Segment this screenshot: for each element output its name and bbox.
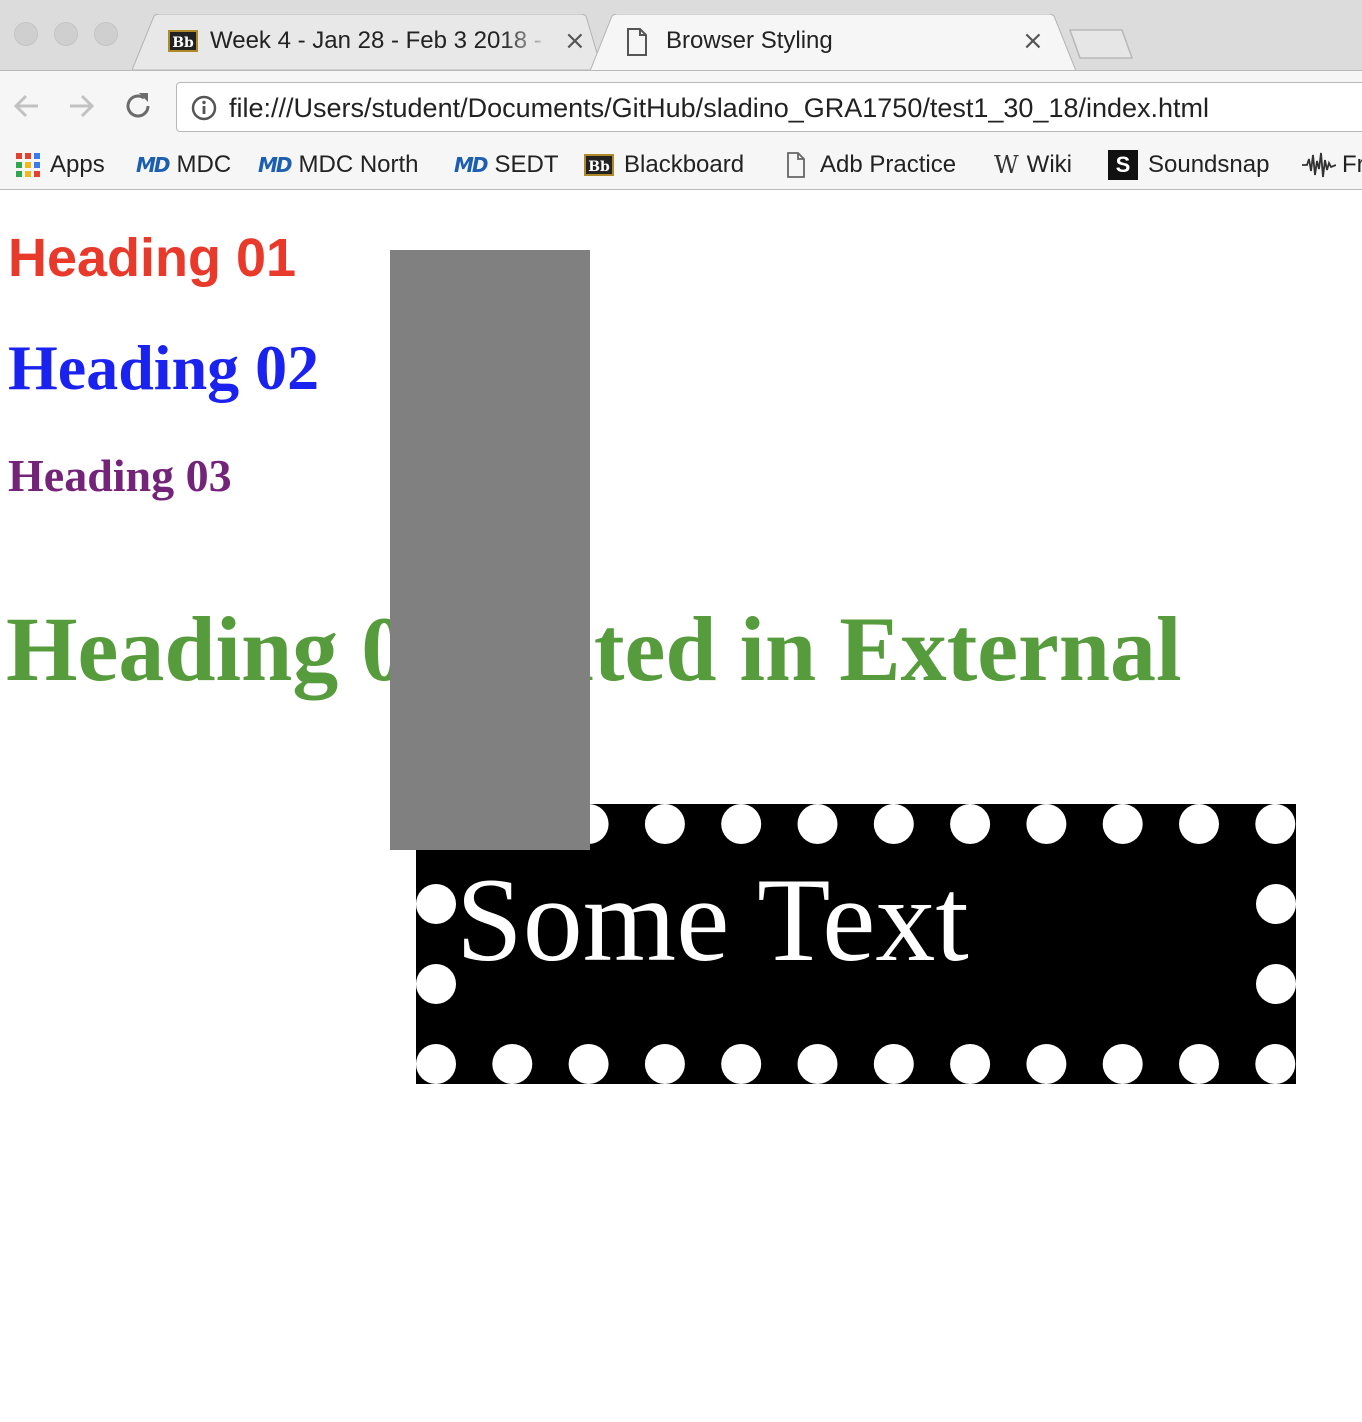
bookmark-fr[interactable]: Fr xyxy=(1302,148,1362,182)
mdc-logo-icon: MD xyxy=(258,153,292,177)
heading-03: Heading 03 xyxy=(8,450,232,501)
border-dot xyxy=(416,884,456,924)
address-bar[interactable]: file:///Users/student/Documents/GitHub/s… xyxy=(176,82,1362,132)
border-dot xyxy=(1179,804,1219,844)
bookmark-mdc-north[interactable]: MD MDC North xyxy=(258,148,419,182)
border-dot xyxy=(416,964,456,1004)
back-arrow-icon[interactable] xyxy=(12,89,42,123)
border-dot xyxy=(721,1044,762,1084)
forward-arrow-icon[interactable] xyxy=(66,89,96,123)
info-icon[interactable] xyxy=(191,95,217,121)
border-dot xyxy=(1026,1044,1067,1084)
apps-grid-icon xyxy=(16,153,40,177)
bookmark-wiki[interactable]: W Wiki xyxy=(994,148,1072,182)
tab-close-icon[interactable]: × xyxy=(564,28,586,54)
border-dot xyxy=(797,804,838,844)
border-dot xyxy=(721,804,762,844)
tab-browser-styling[interactable]: Browser Styling × xyxy=(590,14,1076,71)
page-viewport: Heading 01 Heading 02 Heading 03 Heading… xyxy=(0,190,1362,1422)
border-dot xyxy=(797,1044,838,1084)
tab-shape xyxy=(590,14,1076,71)
wiki-logo-icon: W xyxy=(994,151,1019,179)
border-dot xyxy=(644,1044,685,1084)
border-dot xyxy=(1102,804,1143,844)
blackboard-icon: Bb xyxy=(168,30,198,52)
border-dot xyxy=(873,804,914,844)
border-dot xyxy=(492,1044,533,1084)
border-dot xyxy=(1026,804,1067,844)
mdc-logo-icon: MD xyxy=(136,153,170,177)
border-dot xyxy=(644,804,685,844)
border-dot xyxy=(1102,1044,1143,1084)
close-window-button[interactable] xyxy=(14,22,38,46)
some-text: Some Text xyxy=(456,853,969,986)
tab-strip: Bb Week 4 - Jan 28 - Feb 3 2018 - × Brow… xyxy=(0,0,1362,71)
bookmark-sedt[interactable]: MD SEDT xyxy=(454,148,559,182)
tab-week-4[interactable]: Bb Week 4 - Jan 28 - Feb 3 2018 - × xyxy=(132,14,602,70)
border-dot xyxy=(950,1044,991,1084)
document-icon xyxy=(626,28,648,61)
blackboard-icon: Bb xyxy=(584,154,614,176)
mdc-logo-icon: MD xyxy=(454,153,488,177)
reload-icon[interactable] xyxy=(122,89,154,123)
bookmark-soundsnap[interactable]: S Soundsnap xyxy=(1108,148,1269,182)
bookmark-apps[interactable]: Apps xyxy=(16,148,105,182)
border-dot xyxy=(1256,964,1296,1004)
gray-block xyxy=(390,250,590,850)
url-text: file:///Users/student/Documents/GitHub/s… xyxy=(229,93,1210,123)
tab-close-icon[interactable]: × xyxy=(1022,28,1044,54)
zoom-window-button[interactable] xyxy=(94,22,118,46)
border-dot xyxy=(568,1044,609,1084)
border-dot xyxy=(1255,1044,1296,1084)
heading-02: Heading 02 xyxy=(8,332,320,403)
border-dot xyxy=(950,804,991,844)
waveform-icon xyxy=(1302,152,1336,178)
tab-title: Week 4 - Jan 28 - Feb 3 2018 - xyxy=(210,27,542,54)
border-dot xyxy=(873,1044,914,1084)
border-dot xyxy=(1256,884,1296,924)
new-tab-button[interactable] xyxy=(1068,28,1134,60)
border-dot xyxy=(1179,1044,1219,1084)
bookmark-mdc[interactable]: MD MDC xyxy=(136,148,231,182)
bookmarks-bar: Apps MD MDC MD MDC North MD SEDT Bb Blac… xyxy=(0,142,1362,190)
border-dot xyxy=(416,1044,456,1084)
soundsnap-logo-icon: S xyxy=(1108,150,1138,180)
document-icon xyxy=(787,152,805,178)
bookmark-adb-practice[interactable]: Adb Practice xyxy=(786,148,956,182)
heading-04: Heading 04 edited in External xyxy=(6,598,1182,700)
bookmark-blackboard[interactable]: Bb Blackboard xyxy=(584,148,744,182)
browser-toolbar: file:///Users/student/Documents/GitHub/s… xyxy=(0,70,1362,142)
minimize-window-button[interactable] xyxy=(54,22,78,46)
tab-title: Browser Styling xyxy=(666,27,833,54)
heading-01: Heading 01 xyxy=(8,228,297,288)
border-dot xyxy=(1255,804,1296,844)
